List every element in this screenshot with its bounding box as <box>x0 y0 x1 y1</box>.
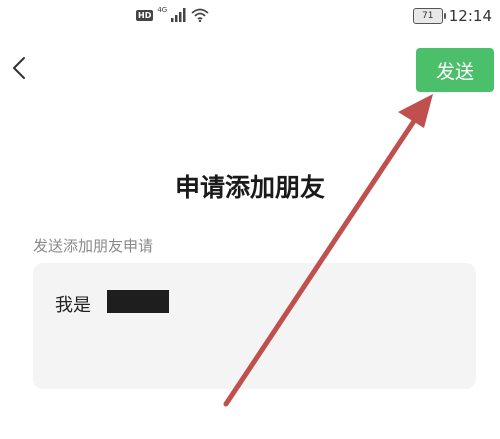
request-message-input[interactable]: 我是 <box>33 263 476 389</box>
section-label: 发送添加朋友申请 <box>33 237 154 255</box>
annotation-arrowhead <box>398 94 433 128</box>
battery-level: 71 <box>422 11 434 21</box>
wifi-icon <box>191 8 209 22</box>
network-type-label: 4G <box>157 6 168 14</box>
status-indicators: HD 4G <box>136 6 209 22</box>
page-title: 申请添加朋友 <box>174 173 325 202</box>
status-time: 12:14 <box>448 7 492 25</box>
message-text: 我是 <box>55 295 91 316</box>
signal-icon <box>171 8 186 22</box>
chevron-left-icon <box>13 57 25 79</box>
hd-badge: HD <box>136 9 154 21</box>
send-button[interactable]: 发送 <box>416 48 494 92</box>
status-right: 71 12:14 <box>412 7 492 25</box>
battery-icon: 71 <box>412 8 446 24</box>
back-button[interactable] <box>8 52 32 84</box>
redacted-name <box>107 290 169 313</box>
status-bar: HD 4G 71 12:14 <box>0 0 500 36</box>
